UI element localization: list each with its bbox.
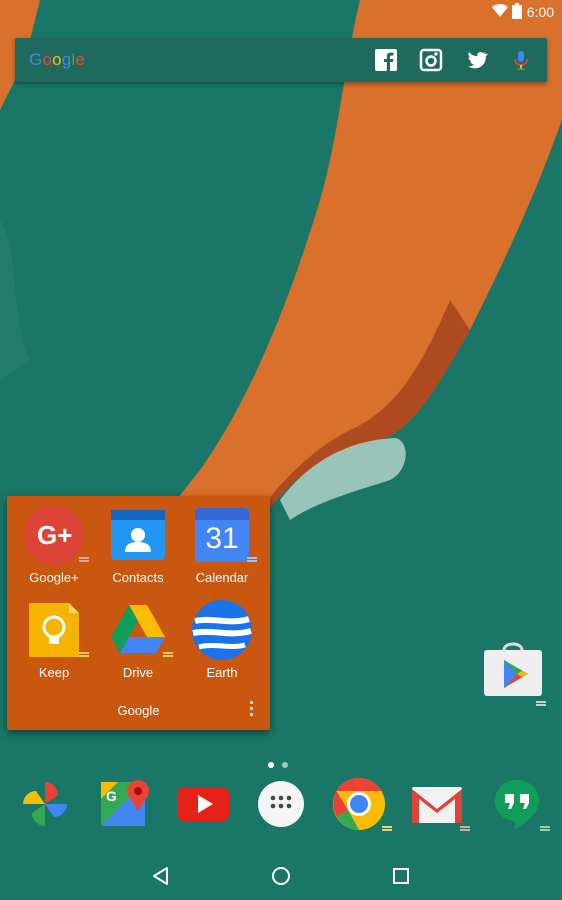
facebook-icon[interactable] bbox=[374, 48, 398, 72]
dock-maps[interactable]: G bbox=[98, 777, 152, 831]
svg-text:G: G bbox=[106, 788, 117, 804]
dock-app-drawer[interactable] bbox=[254, 777, 308, 831]
app-earth[interactable]: Earth bbox=[180, 599, 264, 680]
google-plus-icon: G+ bbox=[24, 505, 84, 565]
google-folder[interactable]: G+ Google+ Contacts 31 Calendar Keep Dri… bbox=[7, 496, 270, 730]
dock-chrome[interactable] bbox=[332, 777, 392, 831]
gmail-icon bbox=[412, 787, 462, 823]
app-label: Google+ bbox=[29, 570, 79, 585]
app-drive[interactable]: Drive bbox=[96, 599, 180, 680]
notification-badge bbox=[382, 826, 392, 833]
earth-icon bbox=[192, 600, 252, 660]
page-dot bbox=[282, 762, 288, 768]
folder-name[interactable]: Google bbox=[7, 703, 270, 718]
app-drawer-icon bbox=[258, 781, 304, 827]
back-icon[interactable] bbox=[149, 864, 173, 888]
keep-icon bbox=[29, 603, 79, 657]
youtube-icon bbox=[177, 787, 229, 821]
dock-youtube[interactable] bbox=[176, 777, 230, 831]
page-indicator bbox=[268, 755, 296, 773]
dock-photos[interactable] bbox=[18, 777, 72, 831]
microphone-icon[interactable] bbox=[509, 48, 533, 72]
battery-icon bbox=[512, 3, 522, 19]
status-bar: 6:00 bbox=[0, 0, 562, 24]
contacts-icon bbox=[111, 510, 165, 560]
play-store-icon bbox=[484, 642, 542, 696]
wifi-icon bbox=[492, 4, 508, 17]
app-google-plus[interactable]: G+ Google+ bbox=[12, 504, 96, 585]
calendar-day: 31 bbox=[205, 522, 239, 555]
play-store-shortcut[interactable] bbox=[482, 640, 546, 706]
notification-badge bbox=[79, 652, 89, 659]
folder-menu-icon[interactable] bbox=[250, 701, 254, 719]
notification-badge bbox=[536, 701, 546, 708]
drive-icon bbox=[111, 605, 165, 653]
app-label: Drive bbox=[122, 665, 154, 680]
dock-gmail[interactable] bbox=[410, 777, 470, 831]
recents-icon[interactable] bbox=[389, 864, 413, 888]
app-keep[interactable]: Keep bbox=[12, 599, 96, 680]
google-logo[interactable]: Google bbox=[29, 50, 85, 70]
dock-hangouts[interactable] bbox=[490, 777, 550, 831]
notification-badge bbox=[79, 557, 89, 564]
notification-badge bbox=[540, 826, 550, 833]
app-calendar[interactable]: 31 Calendar bbox=[180, 504, 264, 585]
navigation-bar bbox=[0, 850, 562, 900]
photos-icon bbox=[23, 782, 67, 826]
notification-badge bbox=[460, 826, 470, 833]
maps-icon: G bbox=[101, 780, 149, 826]
app-label: Contacts bbox=[112, 570, 164, 585]
instagram-icon[interactable] bbox=[419, 48, 443, 72]
search-widget[interactable]: Google bbox=[15, 38, 547, 82]
app-label: Earth bbox=[206, 665, 238, 680]
home-icon[interactable] bbox=[269, 864, 293, 888]
status-time: 6:00 bbox=[526, 4, 554, 20]
hangouts-icon bbox=[495, 780, 539, 829]
app-label: Calendar bbox=[195, 570, 249, 585]
notification-badge bbox=[163, 652, 173, 659]
page-dot-active bbox=[268, 762, 274, 768]
app-label: Keep bbox=[38, 665, 70, 680]
notification-badge bbox=[247, 557, 257, 564]
svg-text:G+: G+ bbox=[37, 520, 72, 550]
chrome-icon bbox=[333, 778, 385, 830]
app-contacts[interactable]: Contacts bbox=[96, 504, 180, 585]
twitter-icon[interactable] bbox=[464, 48, 488, 72]
